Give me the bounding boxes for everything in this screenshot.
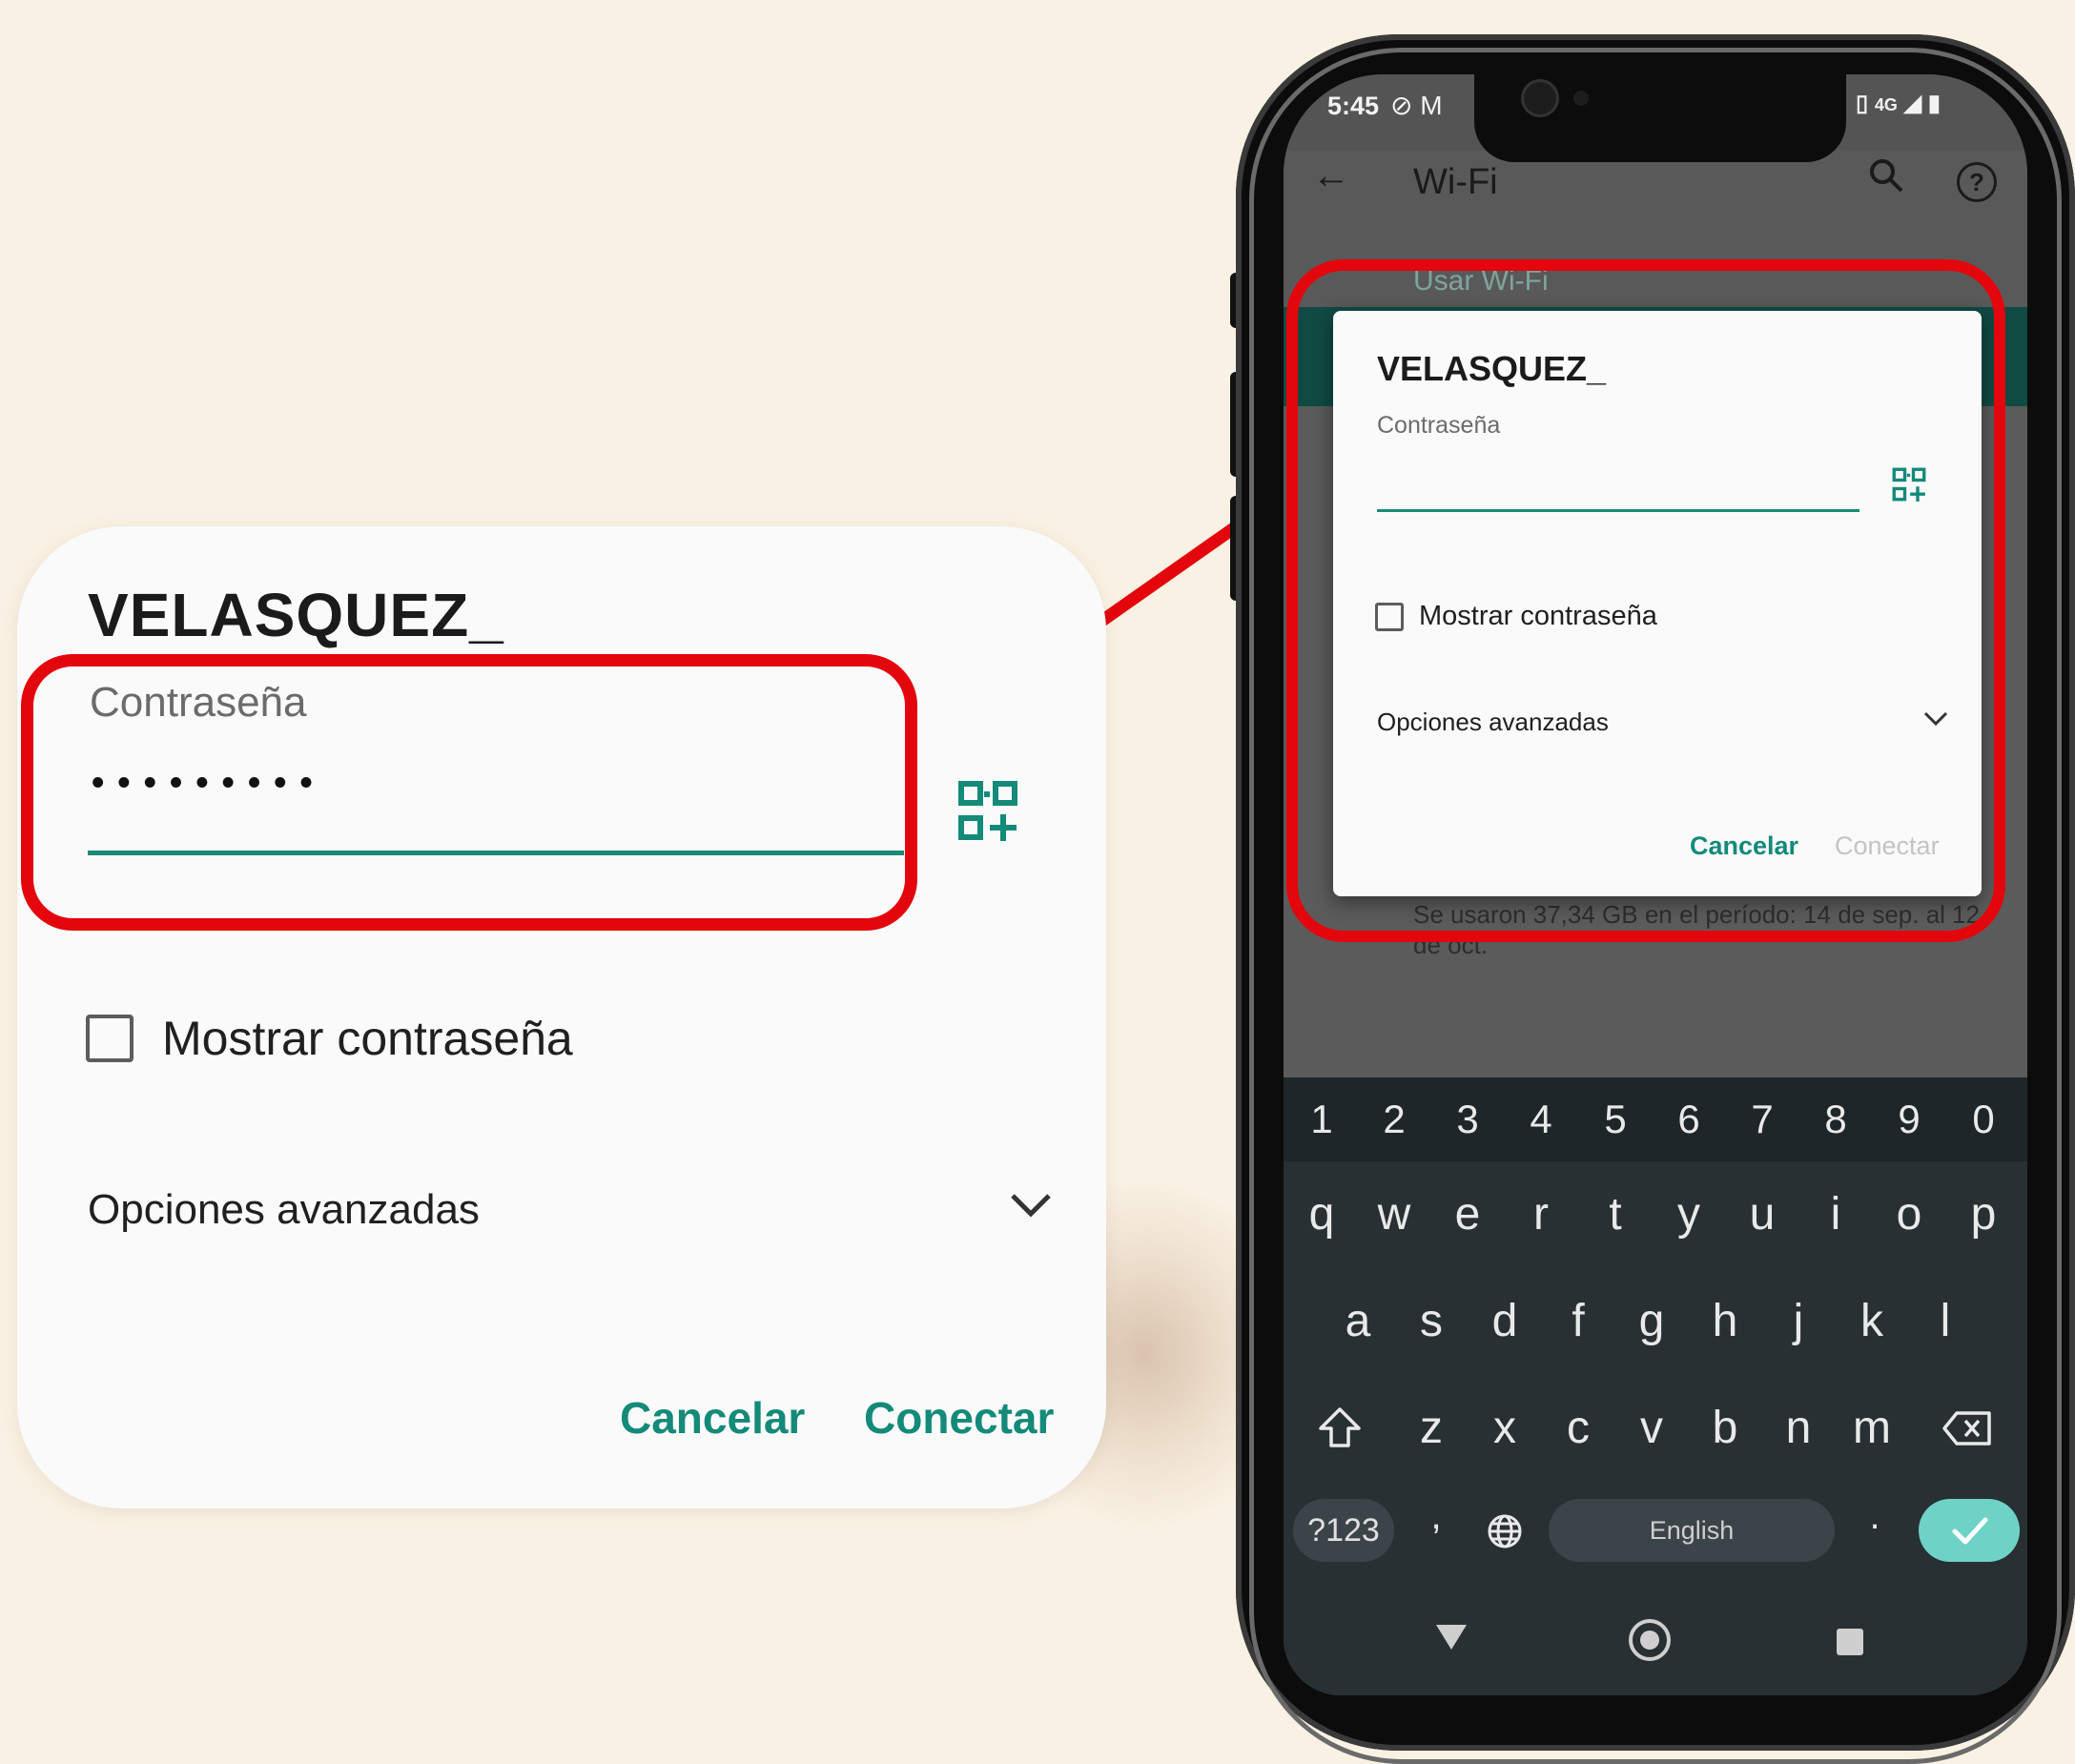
key-r[interactable]: r (1512, 1188, 1570, 1241)
connect-button[interactable]: Conectar (864, 1392, 1054, 1444)
phone-highlight-box (1286, 259, 2005, 942)
symbols-key[interactable]: ?123 (1293, 1499, 1394, 1562)
key-7[interactable]: 7 (1734, 1097, 1791, 1142)
front-camera (1524, 82, 1556, 114)
key-comma[interactable]: , (1407, 1495, 1465, 1538)
search-icon[interactable] (1867, 156, 1905, 195)
zoom-highlight-box (21, 654, 917, 931)
key-t[interactable]: t (1587, 1188, 1644, 1241)
key-c[interactable]: c (1550, 1402, 1607, 1454)
recents-nav-icon[interactable] (1837, 1629, 1863, 1655)
key-3[interactable]: 3 (1439, 1097, 1496, 1142)
qr-code-scan-icon[interactable] (957, 780, 1018, 841)
back-nav-icon[interactable] (1436, 1625, 1467, 1650)
key-q[interactable]: q (1293, 1188, 1350, 1241)
camera-sensor (1573, 91, 1589, 106)
battery-icon: ▮ (1927, 91, 1941, 116)
arrow-left-icon[interactable]: ← (1312, 154, 1350, 197)
key-1[interactable]: 1 (1293, 1097, 1350, 1142)
status-notification-icons: ⊘ M (1390, 91, 1443, 120)
signal-icon: ◢ (1903, 91, 1922, 116)
key-n[interactable]: n (1770, 1402, 1827, 1454)
key-a[interactable]: a (1329, 1295, 1387, 1347)
key-u[interactable]: u (1734, 1188, 1791, 1241)
key-b[interactable]: b (1696, 1402, 1754, 1454)
key-9[interactable]: 9 (1880, 1097, 1938, 1142)
status-system-icons: ▯ 4G ◢ ▮ (1856, 90, 1941, 117)
cancel-button[interactable]: Cancelar (620, 1392, 805, 1444)
vibrate-icon: ▯ (1856, 91, 1869, 116)
home-nav-icon-dot (1640, 1631, 1659, 1650)
key-y[interactable]: y (1660, 1188, 1717, 1241)
key-8[interactable]: 8 (1807, 1097, 1864, 1142)
page-title: Wi-Fi (1413, 162, 1498, 202)
status-time: 5:45 (1327, 92, 1380, 120)
key-5[interactable]: 5 (1587, 1097, 1644, 1142)
key-4[interactable]: 4 (1512, 1097, 1570, 1142)
key-o[interactable]: o (1880, 1188, 1938, 1241)
key-w[interactable]: w (1366, 1188, 1423, 1241)
key-p[interactable]: p (1955, 1188, 2012, 1241)
backspace-icon[interactable] (1941, 1409, 1993, 1447)
network-name: VELASQUEZ_ (88, 581, 504, 649)
key-f[interactable]: f (1550, 1295, 1607, 1347)
key-period[interactable]: . (1846, 1495, 1903, 1538)
key-x[interactable]: x (1476, 1402, 1533, 1454)
globe-icon[interactable] (1486, 1512, 1524, 1550)
key-0[interactable]: 0 (1955, 1097, 2012, 1142)
key-e[interactable]: e (1439, 1188, 1496, 1241)
key-k[interactable]: k (1843, 1295, 1900, 1347)
key-l[interactable]: l (1917, 1295, 1974, 1347)
key-m[interactable]: m (1843, 1402, 1900, 1454)
key-z[interactable]: z (1403, 1402, 1460, 1454)
key-v[interactable]: v (1623, 1402, 1680, 1454)
show-password-label: Mostrar contraseña (162, 1012, 573, 1065)
space-key[interactable]: English (1549, 1499, 1835, 1562)
key-i[interactable]: i (1807, 1188, 1864, 1241)
key-g[interactable]: g (1623, 1295, 1680, 1347)
key-6[interactable]: 6 (1660, 1097, 1717, 1142)
key-j[interactable]: j (1770, 1295, 1827, 1347)
advanced-options-label[interactable]: Opciones avanzadas (88, 1186, 480, 1234)
key-d[interactable]: d (1476, 1295, 1533, 1347)
key-2[interactable]: 2 (1366, 1097, 1423, 1142)
show-password-checkbox[interactable] (86, 1015, 134, 1062)
help-icon[interactable]: ? (1957, 162, 1997, 202)
key-s[interactable]: s (1403, 1295, 1460, 1347)
shift-icon[interactable] (1316, 1404, 1364, 1451)
chevron-down-icon[interactable] (1007, 1188, 1055, 1222)
enter-key[interactable] (1919, 1499, 2020, 1562)
check-icon (1952, 1517, 1988, 1545)
network-type: 4G (1874, 95, 1898, 114)
key-h[interactable]: h (1696, 1295, 1754, 1347)
